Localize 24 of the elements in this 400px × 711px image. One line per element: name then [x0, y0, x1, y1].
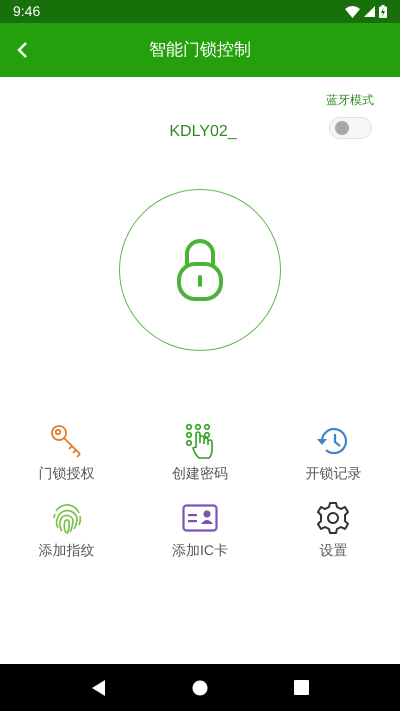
unlock-button[interactable]: [119, 189, 281, 351]
action-button[interactable]: 创建密码: [133, 421, 267, 486]
action-button[interactable]: 设置: [266, 498, 400, 563]
keypad-hand-icon: [184, 423, 215, 459]
signal-icon: [364, 6, 375, 17]
bluetooth-mode-label: 蓝牙模式: [326, 92, 374, 109]
fingerprint-icon: [50, 501, 83, 535]
window-title: 智能门锁控制: [149, 39, 251, 62]
battery-icon: [379, 5, 387, 18]
padlock-icon: [177, 239, 223, 301]
action-button[interactable]: 开锁记录: [266, 421, 400, 486]
back-nav-icon[interactable]: [92, 680, 106, 696]
action-button[interactable]: 门锁授权: [0, 421, 134, 486]
bluetooth-toggle[interactable]: [328, 117, 372, 139]
settings-icon: [316, 501, 350, 535]
device-name: KDLY02_: [169, 122, 237, 142]
id-card-icon: [182, 504, 218, 532]
action-button[interactable]: 添加指纹: [0, 498, 134, 563]
home-nav-icon[interactable]: [192, 680, 208, 696]
wifi-icon: [345, 6, 360, 18]
back-icon: [16, 41, 28, 59]
recents-nav-icon[interactable]: [294, 680, 308, 695]
status-time: 9:46: [13, 2, 40, 21]
action-button[interactable]: 添加IC卡: [133, 498, 267, 563]
